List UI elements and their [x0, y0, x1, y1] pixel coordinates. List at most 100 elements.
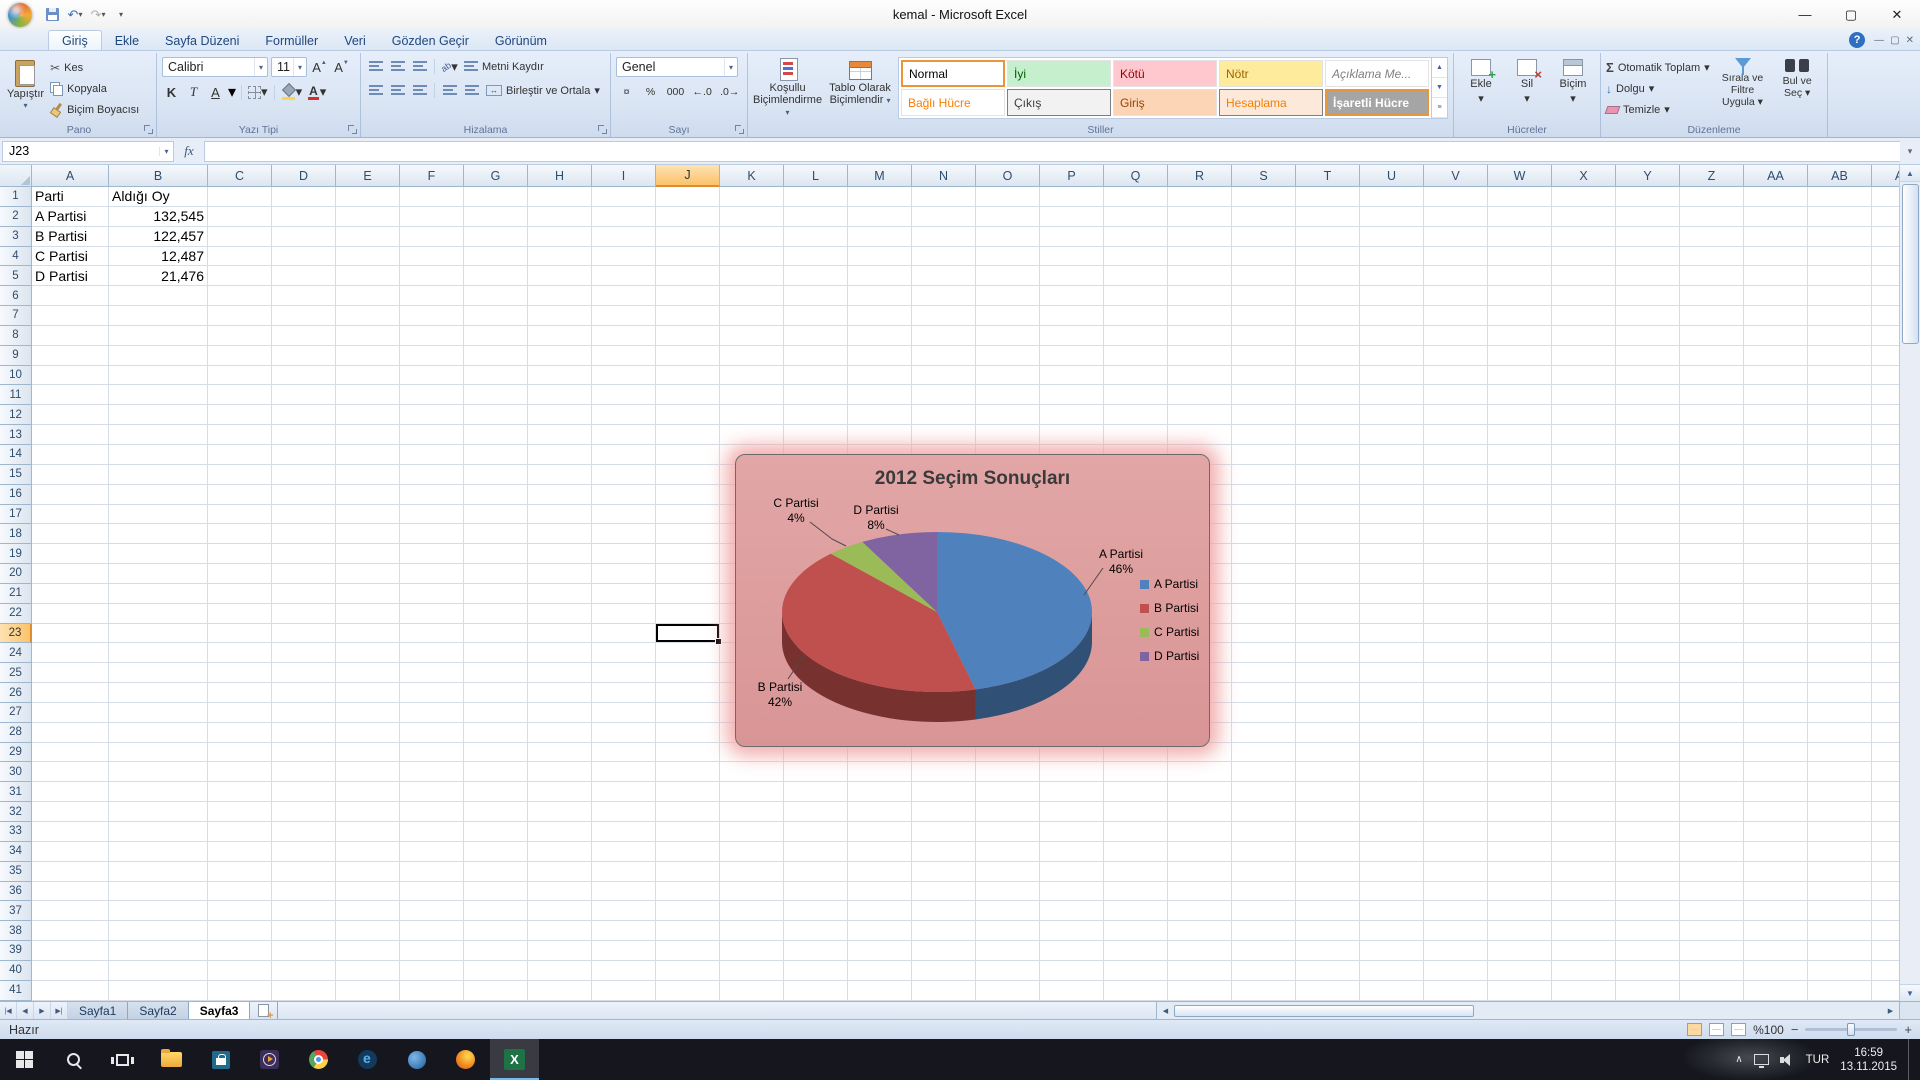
cell-X33[interactable] [1552, 822, 1616, 842]
cell-I8[interactable] [592, 326, 656, 346]
cell-Y31[interactable] [1616, 782, 1680, 802]
cell-G16[interactable] [464, 485, 528, 505]
cell-M38[interactable] [848, 921, 912, 941]
cell-X27[interactable] [1552, 703, 1616, 723]
cell-V18[interactable] [1424, 524, 1488, 544]
cell-H15[interactable] [528, 465, 592, 485]
gallery-scroll-up[interactable]: ▲ [1432, 58, 1447, 78]
cell-W1[interactable] [1488, 187, 1552, 207]
cell-N41[interactable] [912, 981, 976, 1001]
cell-U22[interactable] [1360, 604, 1424, 624]
cell-V38[interactable] [1424, 921, 1488, 941]
cell-B25[interactable] [109, 663, 208, 683]
cell-F11[interactable] [400, 385, 464, 405]
cell-AB4[interactable] [1808, 247, 1872, 267]
column-header-AA[interactable]: AA [1744, 165, 1808, 187]
cell-AB8[interactable] [1808, 326, 1872, 346]
pie-chart[interactable]: 2012 Seçim Sonuçları A PartisiB PartisiC… [735, 454, 1210, 747]
decrease-decimal-button[interactable]: .0→ [717, 83, 742, 101]
horizontal-scrollbar[interactable]: ◀ ▶ [1156, 1002, 1899, 1019]
cell-M32[interactable] [848, 802, 912, 822]
show-desktop-button[interactable] [1908, 1039, 1912, 1080]
column-header-Q[interactable]: Q [1104, 165, 1168, 187]
cell-C39[interactable] [208, 941, 272, 961]
cell-E39[interactable] [336, 941, 400, 961]
cell-E36[interactable] [336, 882, 400, 902]
cell-E17[interactable] [336, 505, 400, 525]
cell-Y11[interactable] [1616, 385, 1680, 405]
cell-S23[interactable] [1232, 624, 1296, 644]
cell-U7[interactable] [1360, 306, 1424, 326]
cell-T28[interactable] [1296, 723, 1360, 743]
cell-V25[interactable] [1424, 663, 1488, 683]
cell-V30[interactable] [1424, 762, 1488, 782]
cell-Y21[interactable] [1616, 584, 1680, 604]
page-layout-view-button[interactable] [1709, 1023, 1724, 1036]
cell-K13[interactable] [720, 425, 784, 445]
cell-I25[interactable] [592, 663, 656, 683]
row-header-12[interactable]: 12 [0, 405, 32, 425]
cell-W20[interactable] [1488, 564, 1552, 584]
cell-G1[interactable] [464, 187, 528, 207]
cell-AB10[interactable] [1808, 366, 1872, 386]
row-header-3[interactable]: 3 [0, 227, 32, 247]
cell-Z5[interactable] [1680, 266, 1744, 286]
cell-R35[interactable] [1168, 862, 1232, 882]
cell-T3[interactable] [1296, 227, 1360, 247]
cell-V7[interactable] [1424, 306, 1488, 326]
formula-bar-expand-icon[interactable]: ▾ [1900, 146, 1920, 157]
cell-W38[interactable] [1488, 921, 1552, 941]
row-header-14[interactable]: 14 [0, 445, 32, 465]
cell-H35[interactable] [528, 862, 592, 882]
column-header-M[interactable]: M [848, 165, 912, 187]
cell-P37[interactable] [1040, 901, 1104, 921]
cell-G13[interactable] [464, 425, 528, 445]
cell-D7[interactable] [272, 306, 336, 326]
cell-D32[interactable] [272, 802, 336, 822]
cell-X15[interactable] [1552, 465, 1616, 485]
cell-Q6[interactable] [1104, 286, 1168, 306]
merge-center-button[interactable]: ↔Birleştir ve Ortala▾ [484, 81, 602, 100]
cell-O4[interactable] [976, 247, 1040, 267]
cell-E19[interactable] [336, 544, 400, 564]
cell-AB3[interactable] [1808, 227, 1872, 247]
cell-Z16[interactable] [1680, 485, 1744, 505]
cell-AC19[interactable] [1872, 544, 1899, 564]
cell-H34[interactable] [528, 842, 592, 862]
cell-Y5[interactable] [1616, 266, 1680, 286]
cell-W40[interactable] [1488, 961, 1552, 981]
cell-S15[interactable] [1232, 465, 1296, 485]
cell-AA9[interactable] [1744, 346, 1808, 366]
cell-AC34[interactable] [1872, 842, 1899, 862]
cell-A3[interactable]: B Partisi [32, 227, 109, 247]
font-color-button[interactable]: A▾ [306, 83, 327, 102]
cell-W4[interactable] [1488, 247, 1552, 267]
cell-AC32[interactable] [1872, 802, 1899, 822]
cell-F26[interactable] [400, 683, 464, 703]
cell-Y33[interactable] [1616, 822, 1680, 842]
cell-P11[interactable] [1040, 385, 1104, 405]
cell-F14[interactable] [400, 445, 464, 465]
cell-H33[interactable] [528, 822, 592, 842]
cell-G9[interactable] [464, 346, 528, 366]
row-header-22[interactable]: 22 [0, 604, 32, 624]
cell-G6[interactable] [464, 286, 528, 306]
row-header-28[interactable]: 28 [0, 723, 32, 743]
cell-X23[interactable] [1552, 624, 1616, 644]
cell-G30[interactable] [464, 762, 528, 782]
cell-A7[interactable] [32, 306, 109, 326]
cell-E33[interactable] [336, 822, 400, 842]
cell-Y40[interactable] [1616, 961, 1680, 981]
cell-N37[interactable] [912, 901, 976, 921]
cell-V12[interactable] [1424, 405, 1488, 425]
cell-B24[interactable] [109, 643, 208, 663]
cell-A26[interactable] [32, 683, 109, 703]
zoom-out-button[interactable]: − [1791, 1022, 1799, 1037]
zoom-slider-thumb[interactable] [1847, 1023, 1855, 1036]
cell-P12[interactable] [1040, 405, 1104, 425]
cell-Y25[interactable] [1616, 663, 1680, 683]
row-header-40[interactable]: 40 [0, 961, 32, 981]
cell-C1[interactable] [208, 187, 272, 207]
cell-D21[interactable] [272, 584, 336, 604]
cell-AC2[interactable] [1872, 207, 1899, 227]
